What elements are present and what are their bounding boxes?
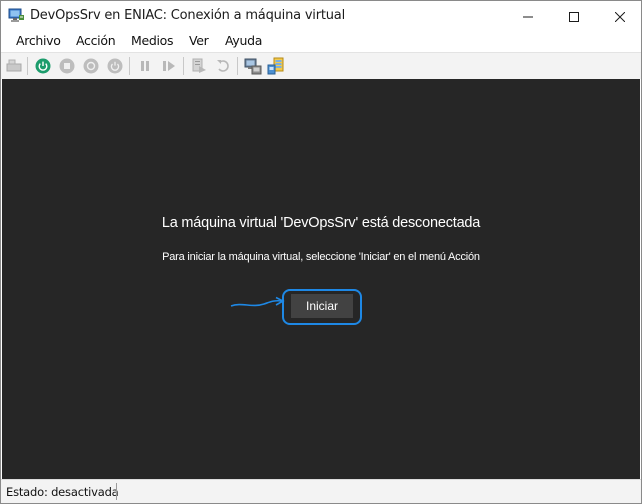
keyboard-icon — [6, 59, 22, 72]
toolbar-separator — [129, 57, 130, 75]
revert-icon — [217, 60, 229, 72]
toolbar — [1, 52, 641, 79]
share-icon — [267, 57, 284, 75]
toolbar-separator — [27, 57, 28, 75]
vm-disconnected-heading: La máquina virtual 'DevOpsSrv' está desc… — [161, 215, 481, 231]
menu-archivo[interactable]: Archivo — [16, 33, 61, 48]
close-icon — [615, 11, 625, 22]
menu-accion[interactable]: Acción — [76, 33, 116, 48]
pause-icon — [141, 61, 149, 71]
vm-connection-app-icon — [8, 8, 25, 24]
menu-bar: Archivo Acción Medios Ver Ayuda — [1, 32, 641, 52]
enhanced-session-button[interactable] — [244, 57, 262, 75]
shut-down-button[interactable] — [82, 57, 100, 75]
power-icon — [35, 58, 51, 74]
menu-medios[interactable]: Medios — [131, 33, 174, 48]
start-toolbar-button[interactable] — [34, 57, 52, 75]
window-title: DevOpsSrv en ENIAC: Conexión a máquina v… — [30, 8, 345, 23]
status-separator — [116, 483, 117, 500]
shutdown-icon — [83, 58, 99, 74]
vm-connection-window: DevOpsSrv en ENIAC: Conexión a máquina v… — [0, 0, 642, 504]
pause-button[interactable] — [136, 57, 154, 75]
menu-ver[interactable]: Ver — [189, 33, 209, 48]
vm-status-text: Estado: desactivada — [6, 485, 119, 499]
checkpoint-icon — [192, 58, 206, 73]
turn-off-button[interactable] — [58, 57, 76, 75]
close-button[interactable] — [597, 1, 641, 32]
resume-icon — [163, 61, 175, 71]
save-state-icon — [107, 58, 123, 74]
stop-icon — [59, 58, 75, 74]
menu-ayuda[interactable]: Ayuda — [225, 33, 262, 48]
title-bar[interactable]: DevOpsSrv en ENIAC: Conexión a máquina v… — [1, 1, 641, 32]
vm-display[interactable]: La máquina virtual 'DevOpsSrv' está desc… — [2, 79, 640, 479]
toolbar-separator — [183, 57, 184, 75]
toolbar-separator — [237, 57, 238, 75]
share-button[interactable] — [267, 57, 285, 75]
minimize-icon — [523, 16, 533, 17]
status-bar: Estado: desactivada — [1, 479, 641, 503]
checkpoint-button[interactable] — [190, 57, 208, 75]
revert-button[interactable] — [214, 57, 232, 75]
enhanced-session-icon — [244, 58, 262, 75]
pointer-arrow-icon — [230, 296, 285, 307]
resume-button[interactable] — [160, 57, 178, 75]
maximize-button[interactable] — [551, 1, 597, 32]
maximize-icon — [569, 11, 579, 22]
minimize-button[interactable] — [505, 1, 551, 32]
ctrl-alt-del-button[interactable] — [5, 57, 23, 75]
vm-start-instruction: Para iniciar la máquina virtual, selecci… — [162, 251, 480, 263]
save-button[interactable] — [106, 57, 124, 75]
start-button[interactable]: Iniciar — [291, 294, 353, 318]
